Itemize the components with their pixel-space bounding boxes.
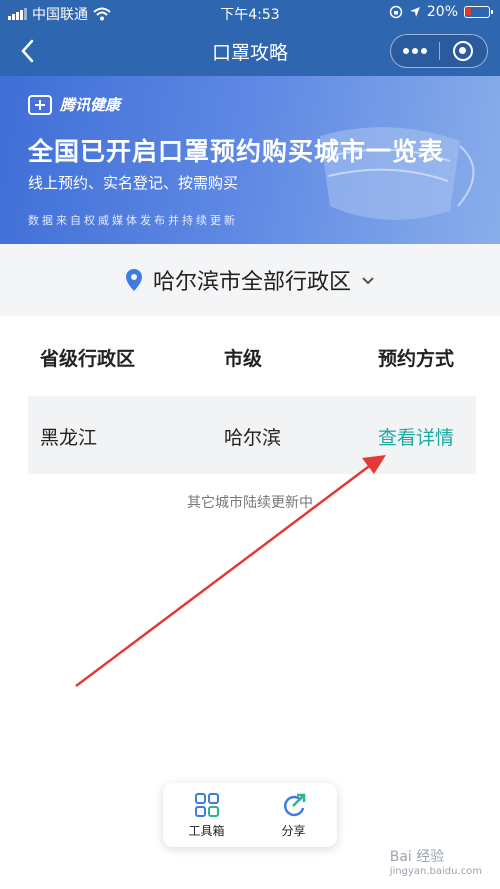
- header-method: 预约方式: [378, 348, 455, 370]
- close-miniprogram-icon[interactable]: [439, 41, 487, 61]
- share-icon: [283, 793, 305, 816]
- cell-city: 哈尔滨: [224, 427, 282, 449]
- region-selector[interactable]: 哈尔滨市全部行政区: [0, 244, 500, 316]
- watermark-url: jingyan.baidu.com: [389, 866, 482, 877]
- more-options-icon[interactable]: [391, 48, 439, 54]
- toolbox-button[interactable]: 工具箱: [163, 783, 250, 847]
- nav-bar: 口罩攻略: [0, 26, 500, 76]
- grid-apps-icon: [194, 792, 219, 817]
- header-province: 省级行政区: [40, 348, 136, 370]
- brand: 腾讯健康: [28, 94, 120, 115]
- toolbox-label: 工具箱: [188, 823, 225, 838]
- more-cities-note: 其它城市陆续更新中: [187, 495, 313, 511]
- watermark-text: Bai 经验: [389, 849, 445, 865]
- header-city: 市级: [224, 348, 263, 370]
- status-bar: 中国联通 下午4:53 20%: [0, 0, 500, 26]
- baidu-jingyan-watermark: Bai 经验 jingyan.baidu.com: [390, 846, 482, 877]
- share-label: 分享: [281, 823, 306, 838]
- bottom-toolbar: 工具箱 分享: [163, 783, 337, 847]
- brand-name: 腾讯健康: [60, 96, 121, 114]
- battery-percent: 20%: [426, 4, 458, 20]
- chevron-down-icon: [362, 277, 374, 285]
- banner-subtitle: 线上预约、实名登记、按需购买: [28, 174, 239, 192]
- miniprogram-capsule: [390, 34, 488, 68]
- battery-icon: [464, 6, 493, 18]
- location-pin-icon: [125, 269, 142, 291]
- rotation-lock-icon: [389, 5, 403, 19]
- location-arrow-icon: [409, 7, 420, 17]
- region-label: 哈尔滨市全部行政区: [152, 270, 351, 295]
- table-row: 黑龙江 哈尔滨 查看详情: [28, 396, 476, 474]
- share-button[interactable]: 分享: [250, 783, 337, 847]
- banner-note: 数据来自权威媒体发布并持续更新: [28, 214, 238, 227]
- cell-province: 黑龙江: [40, 427, 98, 449]
- tencent-health-logo-icon: [28, 94, 52, 115]
- table-header: 省级行政区 市级 预约方式: [28, 316, 476, 396]
- city-table: 省级行政区 市级 预约方式 黑龙江 哈尔滨 查看详情: [28, 316, 476, 474]
- view-details-link[interactable]: 查看详情: [378, 423, 454, 450]
- banner: 腾讯健康 全国已开启口罩预约购买城市一览表 线上预约、实名登记、按需购买 数据来…: [0, 76, 500, 244]
- banner-headline: 全国已开启口罩预约购买城市一览表: [28, 137, 445, 166]
